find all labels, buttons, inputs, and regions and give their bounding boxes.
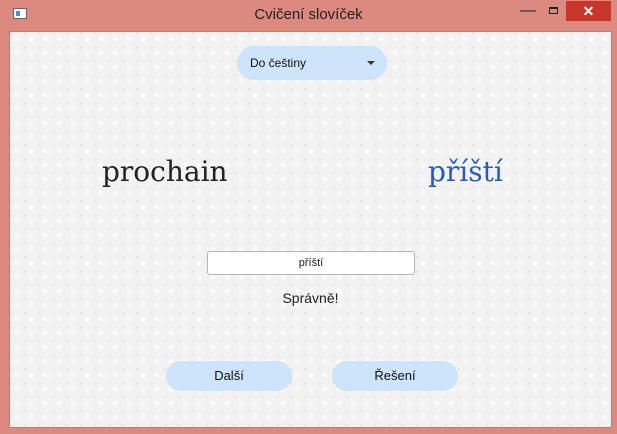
next-button[interactable]: Další [166,361,292,391]
direction-select-value: Do češtiny [250,56,307,70]
maximize-button[interactable] [540,1,566,21]
chevron-down-icon [367,61,375,65]
direction-select[interactable]: Do češtiny [237,46,387,80]
answer-input[interactable] [207,251,415,275]
title-bar[interactable]: Cvičení slovíček — ✕ [0,0,617,30]
app-window: Cvičení slovíček — ✕ Do češtiny prochain… [0,0,617,434]
maximize-icon [548,7,558,15]
feedback-text: Správně! [282,290,339,306]
target-word: příští [428,155,503,188]
solution-button[interactable]: Řešení [332,361,458,391]
minimize-button[interactable]: — [514,1,542,21]
source-word: prochain [102,155,228,188]
close-button[interactable]: ✕ [566,1,611,21]
exercise-panel: Do češtiny prochain příští Správně! Dalš… [9,31,612,428]
